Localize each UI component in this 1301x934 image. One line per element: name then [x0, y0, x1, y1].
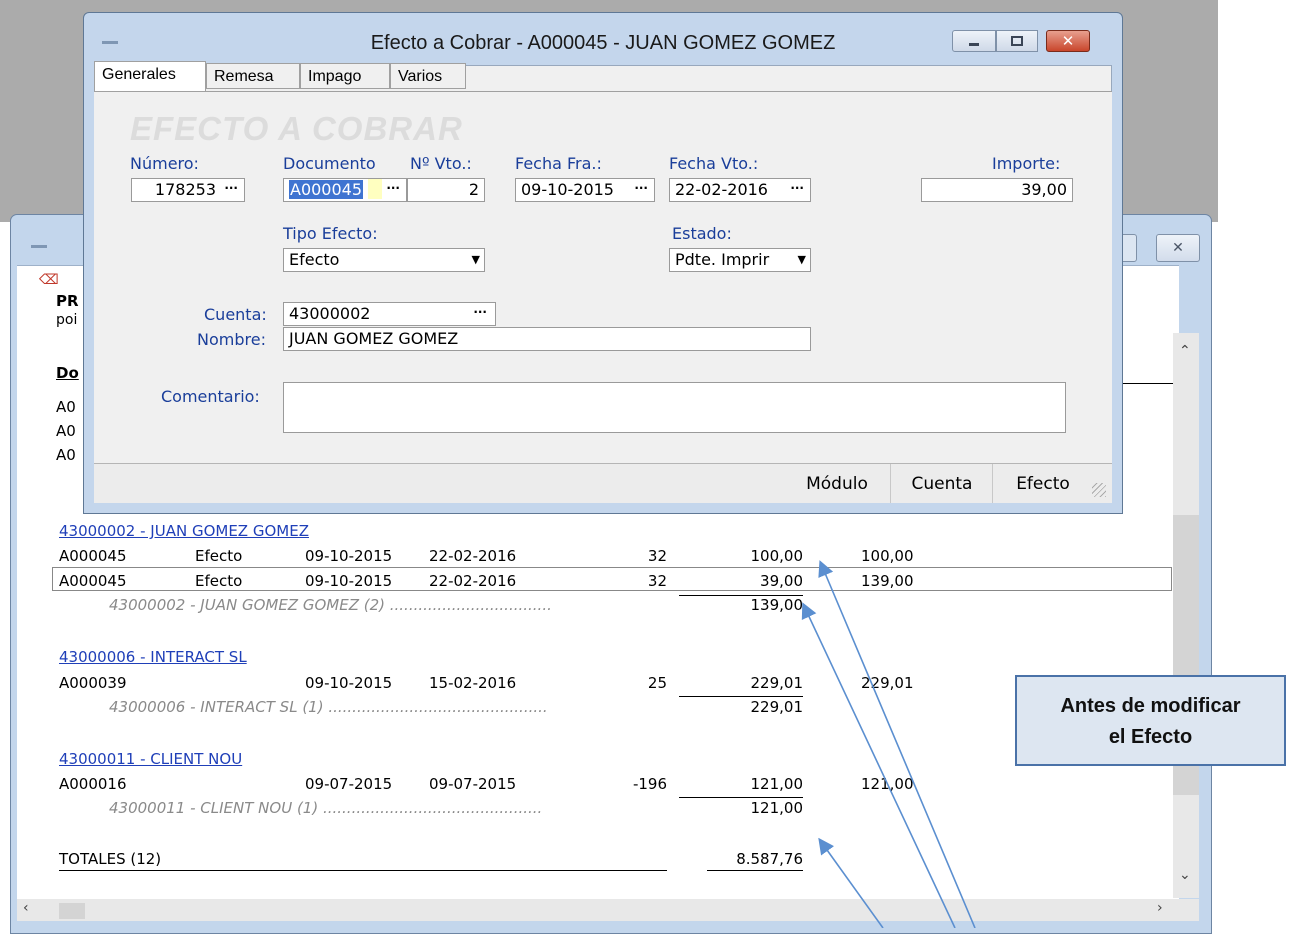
arrow-line [818, 837, 884, 928]
annotation-arrows [801, 560, 976, 928]
arrow-line [801, 602, 956, 928]
tab-generales[interactable]: Generales [94, 61, 206, 91]
